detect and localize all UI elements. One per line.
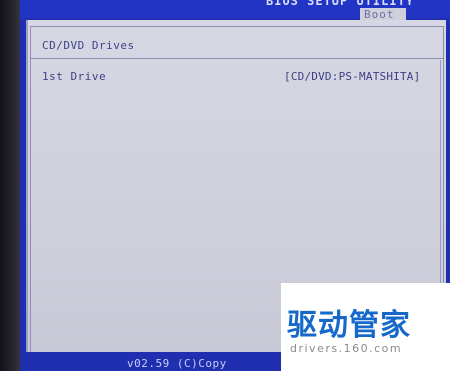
first-drive-value[interactable]: [CD/DVD:PS-MATSHITA]: [284, 70, 420, 83]
bios-title: BIOS SETUP UTILITY: [266, 0, 415, 8]
first-drive-label[interactable]: 1st Drive: [42, 70, 106, 83]
section-title: CD/DVD Drives: [42, 39, 135, 52]
version-text: v02.59 (C)Copy: [127, 357, 227, 370]
watermark-brand: 驱动管家: [287, 308, 411, 343]
watermark-url: drivers.160.com: [290, 342, 403, 355]
section-divider: [31, 58, 443, 59]
monitor-bezel: [0, 0, 22, 371]
